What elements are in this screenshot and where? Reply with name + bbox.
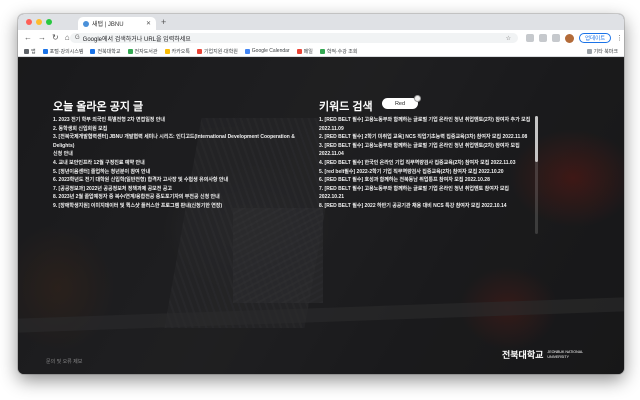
bookmark-item[interactable]: 기업지원·대학원 (196, 48, 238, 55)
address-bar-text: Google에서 검색하거나 URL을 입력하세요 (82, 36, 191, 43)
extensions-puzzle-icon[interactable] (539, 34, 547, 42)
keyword-result-date: 2022.11.04 (319, 151, 344, 158)
keyword-result-date: 2022.11.09 (319, 125, 344, 132)
keyword-filter-toggle[interactable]: Red (382, 95, 421, 109)
calendar-icon (244, 48, 250, 54)
keyword-filter-label: Red (394, 100, 406, 107)
google-icon: G (75, 35, 80, 41)
folder-icon (586, 48, 592, 54)
mail-icon (296, 48, 302, 54)
toolbar-right: 업데이트 ⋮ (526, 33, 623, 43)
university-logo: 전북대학교 JEONBUK NATIONAL UNIVERSITY (502, 348, 587, 361)
keyword-result-item[interactable]: 4. [RED BELT 필수] 한국인 온라인 기업 직무역량검사 집중교육(… (319, 159, 533, 168)
window-controls (26, 19, 52, 25)
bookmark-favicon-icon (196, 48, 202, 54)
keyword-result-item[interactable]: 5. [red belt필수] 2022-2학기 기업 직무역량검사 집중교육(… (319, 168, 533, 177)
keyword-section-title: 키워드 검색 (319, 101, 373, 113)
close-window-button[interactable] (26, 19, 32, 25)
bookmark-favicon-icon (127, 48, 133, 54)
bookmark-item[interactable]: 포털·강의시스템 (42, 48, 83, 55)
bookmark-star-icon[interactable]: ☆ (506, 35, 513, 42)
notice-item[interactable]: 2. 동학생회 신입회원 모집 (53, 125, 303, 134)
bookmark-favicon-icon (319, 48, 325, 54)
bookmark-item[interactable]: Google Calendar (244, 48, 290, 54)
tab-title: 새탭 | JBNU (92, 22, 124, 28)
bookmark-item[interactable]: 학적·수강 조회 (319, 48, 357, 55)
bookmark-favicon-icon (24, 48, 29, 54)
bookmark-item[interactable]: 메일 (296, 48, 313, 55)
notice-item[interactable]: 신청 안내 (53, 150, 303, 159)
home-button[interactable]: ⌂ (65, 33, 70, 42)
notice-section-title: 오늘 올라온 공지 글 (53, 101, 144, 113)
notice-list: 1. 2023 전기 학부 외국인 특별전형 2차 면접일정 안내 2. 동학생… (53, 116, 303, 211)
tab-strip: 새탭 | JBNU ✕ + (18, 14, 624, 30)
keyword-result-item[interactable]: 2. [RED BELT 필수] 2학기 미취업 교육] NCS 직업기초능력 … (319, 133, 533, 142)
notice-item[interactable]: 7. [공공정보과] 2022년 공공정보처 정책과제 공모전 공고 (53, 185, 303, 194)
bookmark-item[interactable]: 전북대학교 (90, 48, 121, 55)
other-bookmarks[interactable]: 기타 북마크 (586, 48, 618, 55)
jbnu-favicon-icon (83, 20, 89, 27)
keyword-result-item[interactable]: 6. [RED BELT 필수] 호성과 함께하는 전북동남 취업통프 참여자 … (319, 176, 533, 185)
reload-button[interactable]: ↻ (52, 33, 59, 42)
bookmark-item[interactable]: 앱 (24, 48, 36, 55)
more-menu-icon[interactable]: ⋮ (616, 34, 623, 42)
forward-button[interactable]: → (38, 33, 46, 42)
browser-window: 새탭 | JBNU ✕ + ← → ↻ ⌂ G Google에서 검색하거나 U… (18, 14, 624, 374)
scrollbar-thumb[interactable] (535, 116, 538, 162)
profile-avatar[interactable] (565, 33, 574, 43)
bookmark-favicon-icon (90, 48, 96, 54)
address-row: ← → ↻ ⌂ G Google에서 검색하거나 URL을 입력하세요 ☆ 업데… (18, 30, 624, 46)
side-panel-icon[interactable] (552, 34, 560, 42)
maximize-window-button[interactable] (46, 19, 52, 25)
toggle-knob[interactable] (414, 95, 421, 102)
notice-item[interactable]: 9. [장애학생지원] 이미지데이터 및 퀵스샷 플러스한 프로그램 판내(신청… (53, 202, 303, 211)
keyword-result-item[interactable]: 1. [RED BELT 필수] 고용노동부와 함께하는 글로벌 기업 온라인 … (319, 116, 533, 125)
navigation-buttons: ← → ↻ ⌂ (24, 33, 70, 42)
keyword-result-item[interactable]: 7. [RED BELT 필수] 고용노동부와 함께하는 글로벌 기업 온라인 … (319, 185, 533, 194)
close-tab-icon[interactable]: ✕ (146, 20, 151, 27)
logo-english: JEONBUK NATIONAL UNIVERSITY (547, 350, 583, 359)
keyword-result-date: 2022.10.21 (319, 194, 345, 201)
new-tab-page: 오늘 올라온 공지 글 1. 2023 전기 학부 외국인 특별전형 2차 면접… (18, 58, 624, 374)
bookmark-favicon-icon (164, 48, 170, 54)
notice-item[interactable]: 8. 2023년 2월 졸업예정자 중 복수/연계/융합전공 중도포기자의 부전… (53, 193, 303, 202)
update-button[interactable]: 업데이트 (579, 33, 612, 43)
keyword-result-item[interactable]: 3. [RED BELT 필수] 고용노동부와 함께하는 글로벌 기업 온라인 … (319, 142, 533, 151)
keyword-result-list[interactable]: 1. [RED BELT 필수] 고용노동부와 함께하는 글로벌 기업 온라인 … (319, 116, 533, 234)
notice-item[interactable]: 5. [정년이음센터] 졸업하는 청년분이 참여 안내 (53, 168, 303, 177)
bookmark-item[interactable]: 카카오톡 (164, 48, 190, 55)
notice-item[interactable]: 4. 교내 보안인프라 12월 구정진료 예약 안내 (53, 159, 303, 168)
notice-item[interactable]: 6. 2023학년도 전기 대학원 신입학(일반전형) 합격자 고사장 및 수험… (53, 176, 303, 185)
bug-report-link[interactable]: 문의 및 오류 제보 (46, 358, 82, 365)
logo-korean: 전북대학교 (502, 350, 544, 360)
active-tab[interactable]: 새탭 | JBNU ✕ (78, 17, 156, 30)
minimize-window-button[interactable] (36, 19, 42, 25)
notice-item[interactable]: 3. [전북국제개발협력센터] JBNU 개발협력 세미나 시리즈: 인디고드(… (53, 133, 303, 150)
address-bar[interactable]: G Google에서 검색하거나 URL을 입력하세요 ☆ (70, 33, 518, 43)
bookmarks-bar: 앱 포털·강의시스템 전북대학교 전자도서관 카카오톡 기업지원·대학원 Goo… (18, 46, 624, 57)
bookmark-item[interactable]: 전자도서관 (127, 48, 158, 55)
back-button[interactable]: ← (24, 33, 32, 42)
bookmark-favicon-icon (42, 48, 48, 54)
extension-icon[interactable] (526, 34, 534, 42)
keyword-result-item[interactable]: 8. [RED BELT 필수] 2022 하반기 공공기관 채용 대비 NCS… (319, 202, 533, 211)
keyword-list-scrollbar[interactable] (535, 116, 538, 234)
new-tab-button[interactable]: + (161, 17, 166, 27)
notice-item[interactable]: 1. 2023 전기 학부 외국인 특별전형 2차 면접일정 안내 (53, 116, 303, 125)
